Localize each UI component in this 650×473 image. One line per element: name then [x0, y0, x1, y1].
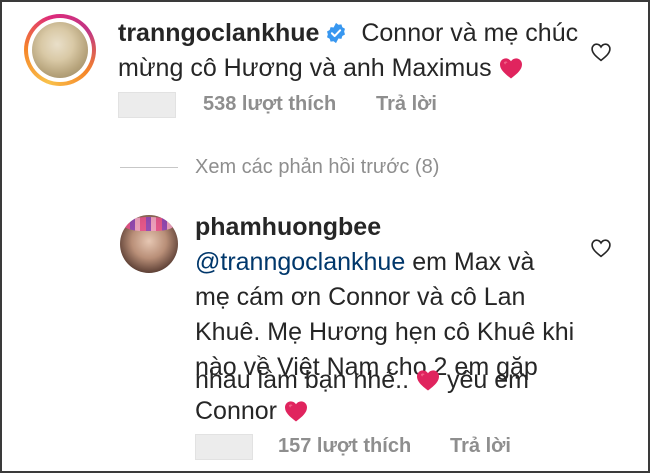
username-tranngoclankhue[interactable]: tranngoclankhue: [118, 19, 319, 47]
comment-text-line-1: Connor và mẹ chúc: [361, 19, 579, 47]
avatar-tranngoclankhue[interactable]: [24, 14, 96, 86]
username-phamhuongbee[interactable]: phamhuongbee: [195, 213, 381, 241]
verified-badge-icon: [327, 22, 346, 44]
like-count[interactable]: 157 lượt thích: [278, 434, 411, 458]
mention-link[interactable]: @tranngoclankhue: [195, 248, 405, 276]
comment-body: tranngoclankhue Connor và mẹ chúc: [118, 16, 578, 51]
reply-button[interactable]: Trả lời: [376, 92, 437, 116]
like-comment-2-icon[interactable]: [590, 238, 612, 258]
comment-text-line-2: mừng cô Hương và anh Maximus: [118, 54, 492, 82]
reply-text-line-5b: yêu em: [440, 366, 529, 394]
reply-text-line-1: em Max và: [405, 248, 535, 276]
reply-line-1: @tranngoclankhue em Max và: [195, 245, 534, 280]
comment-thread: tranngoclankhue Connor và mẹ chúc mừng c…: [0, 0, 650, 473]
red-heart-emoji: [417, 370, 440, 391]
reply-line-3: Khuê. Mẹ Hương hẹn cô Khuê khi: [195, 315, 574, 350]
reply-line-6: Connor: [195, 394, 308, 429]
like-count[interactable]: 538 lượt thích: [203, 92, 336, 116]
comment-body-line-2: mừng cô Hương và anh Maximus: [118, 51, 523, 86]
avatar-phamhuongbee[interactable]: [120, 215, 178, 273]
red-heart-emoji: [499, 58, 522, 79]
view-previous-replies-button[interactable]: Xem các phản hồi trước (8): [195, 155, 439, 179]
timestamp-redacted: [195, 434, 253, 460]
reply-line-2: mẹ cám ơn Connor và cô Lan: [195, 280, 525, 315]
like-comment-1-icon[interactable]: [590, 42, 612, 62]
replies-divider: [120, 167, 178, 168]
reply-button[interactable]: Trả lời: [450, 434, 511, 458]
timestamp-redacted: [118, 92, 176, 118]
red-heart-emoji: [284, 401, 307, 422]
reply-text-line-6: Connor: [195, 397, 277, 425]
reply-username-line: phamhuongbee: [195, 210, 381, 245]
reply-text-line-2: mẹ cám ơn Connor và cô Lan: [195, 283, 526, 311]
reply-text-line-5a: nhau làm bạn nhé..: [195, 366, 410, 394]
reply-line-5-main: nhau làm bạn nhé.. yêu em: [195, 363, 529, 398]
reply-text-line-3: Khuê. Mẹ Hương hẹn cô Khuê khi: [195, 318, 575, 346]
